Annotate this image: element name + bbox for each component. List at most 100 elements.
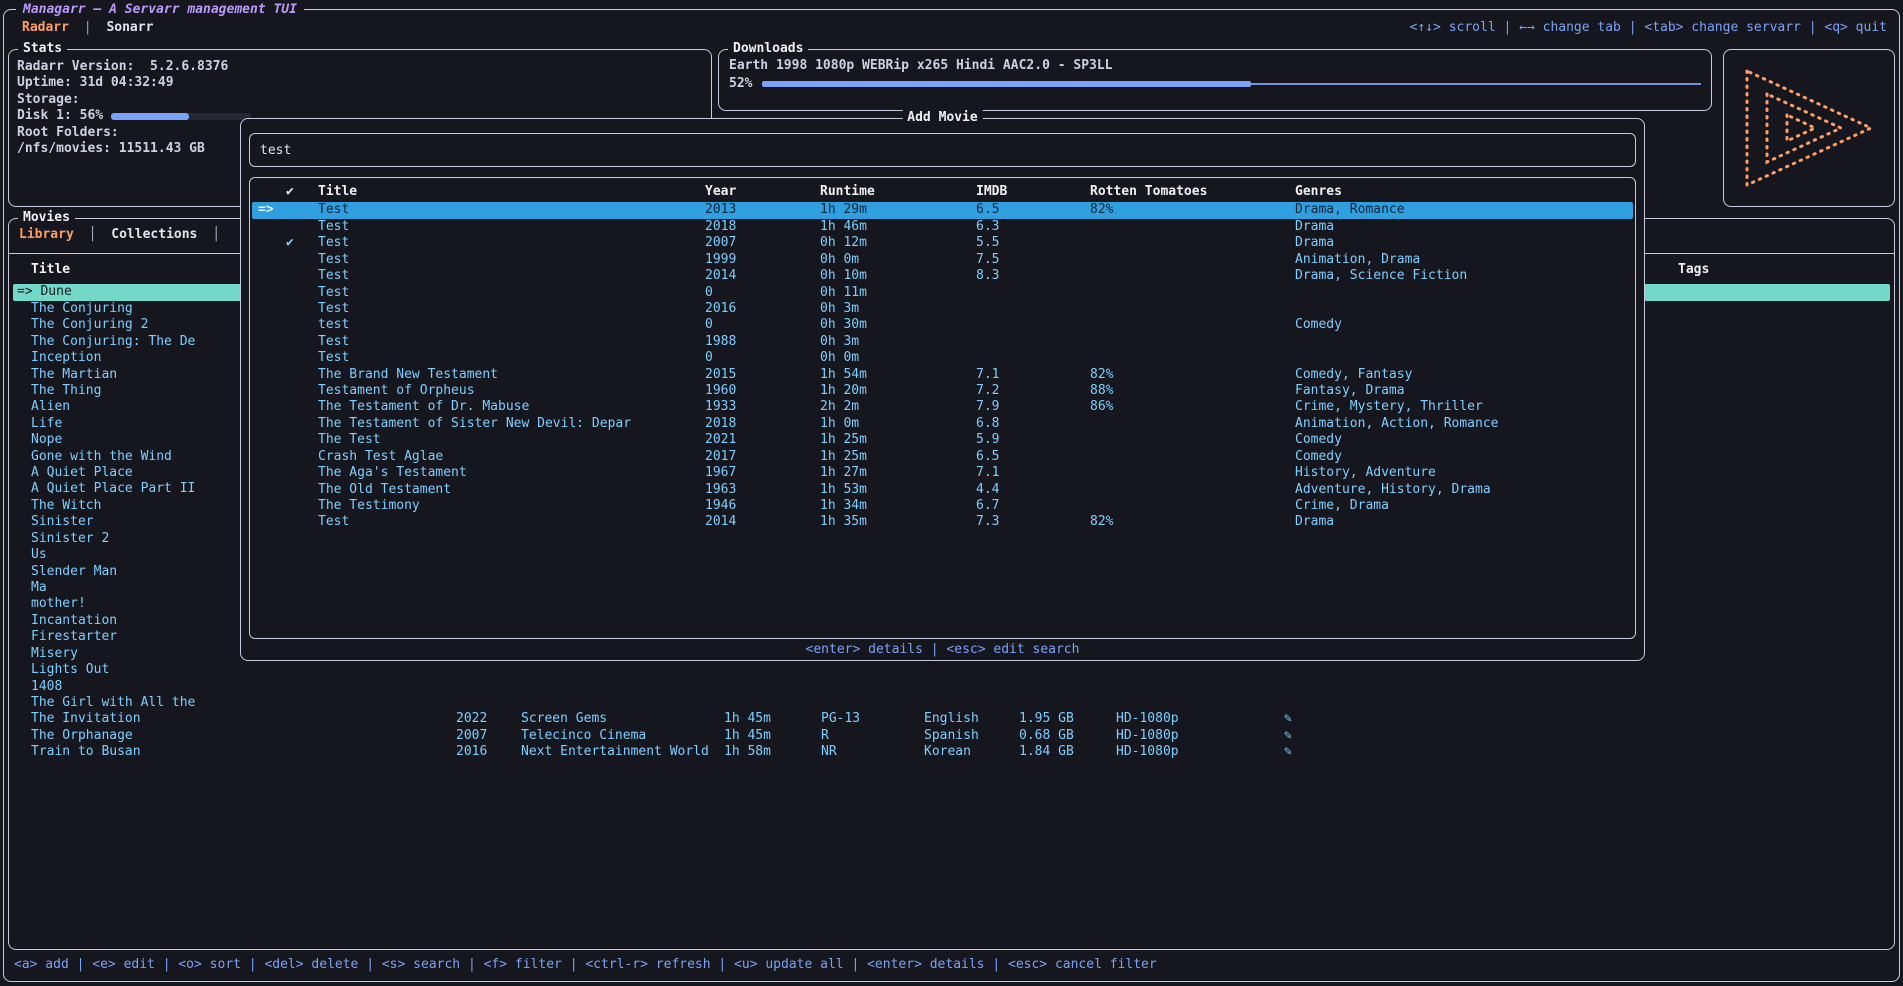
- movie-search-input[interactable]: [250, 134, 1635, 166]
- tags-column-header: Tags: [1678, 262, 1709, 277]
- movie-search-box: [249, 133, 1636, 167]
- movie-title-cell: Nope: [31, 432, 62, 448]
- managarr-play-logo-icon: [1740, 66, 1878, 190]
- results-header-row: ✔ Title Year Runtime IMDB Rotten Tomatoe…: [252, 184, 1633, 200]
- language-cell: Korean: [924, 744, 971, 760]
- result-genres-cell: Adventure, History, Drama: [1295, 482, 1491, 498]
- result-row[interactable]: The Brand New Testament20151h 54m7.182%C…: [252, 367, 1633, 383]
- title-column-header: Title: [318, 184, 357, 199]
- movie-title-cell: The Martian: [31, 367, 117, 383]
- result-runtime-cell: 1h 0m: [820, 416, 859, 432]
- result-imdb-cell: 6.5: [976, 202, 999, 218]
- result-row[interactable]: Test19880h 3m: [252, 334, 1633, 350]
- result-row[interactable]: Test20140h 10m8.3Drama, Science Fiction: [252, 268, 1633, 284]
- movie-title-cell: The Conjuring: [31, 301, 133, 317]
- tab-radarr[interactable]: Radarr: [22, 20, 69, 35]
- studio-cell: Next Entertainment World: [521, 744, 709, 760]
- result-genres-cell: Drama: [1295, 514, 1334, 530]
- result-imdb-cell: 7.5: [976, 252, 999, 268]
- genres-column-header: Genres: [1295, 184, 1342, 199]
- movie-title-cell: Incantation: [31, 613, 117, 629]
- monitored-icon: ✎: [1284, 728, 1292, 744]
- result-imdb-cell: 7.1: [976, 367, 999, 383]
- result-runtime-cell: 0h 30m: [820, 317, 867, 333]
- monitored-icon: ✎: [1284, 711, 1292, 727]
- result-row[interactable]: Test20141h 35m7.382%Drama: [252, 514, 1633, 530]
- year-column-header: Year: [705, 184, 736, 199]
- result-title-cell: Test: [318, 219, 349, 235]
- result-genres-cell: Comedy: [1295, 432, 1342, 448]
- certification-cell: NR: [821, 744, 837, 760]
- stat-storage-label: Storage:: [17, 92, 711, 108]
- library-row[interactable]: The Invitation2022Screen Gems1h 45mPG-13…: [13, 711, 1890, 727]
- result-imdb-cell: 4.4: [976, 482, 999, 498]
- stats-panel-title: Stats: [18, 41, 67, 56]
- download-item-title: Earth 1998 1080p WEBRip x265 Hindi AAC2.…: [729, 58, 1711, 73]
- tab-sonarr[interactable]: Sonarr: [106, 20, 153, 35]
- runtime-cell: 1h 45m: [724, 728, 771, 744]
- result-row[interactable]: The Testimony19461h 34m6.7Crime, Drama: [252, 498, 1633, 514]
- result-title-cell: Test: [318, 301, 349, 317]
- library-row[interactable]: The Girl with All the: [13, 695, 1890, 711]
- result-genres-cell: Comedy, Fantasy: [1295, 367, 1412, 383]
- disk-usage-label: Disk 1: 56%: [17, 108, 103, 124]
- result-title-cell: Test: [318, 334, 349, 350]
- movie-title-cell: Inception: [31, 350, 101, 366]
- downloads-panel-title: Downloads: [728, 41, 808, 56]
- result-row[interactable]: Crash Test Aglae20171h 25m6.5Comedy: [252, 449, 1633, 465]
- movie-title-cell: mother!: [31, 596, 86, 612]
- quality-cell: HD-1080p: [1116, 744, 1179, 760]
- library-tab-divider: │: [212, 227, 220, 242]
- result-row[interactable]: The Test20211h 25m5.9Comedy: [252, 432, 1633, 448]
- result-genres-cell: Drama, Science Fiction: [1295, 268, 1467, 284]
- result-rt-cell: 82%: [1090, 367, 1113, 383]
- result-row[interactable]: test00h 30mComedy: [252, 317, 1633, 333]
- added-check-icon: ✔: [286, 235, 294, 251]
- result-row[interactable]: The Old Testament19631h 53m4.4Adventure,…: [252, 482, 1633, 498]
- tab-collections[interactable]: Collections: [111, 227, 197, 242]
- result-row[interactable]: =>Test20131h 29m6.582%Drama, Romance: [252, 202, 1633, 218]
- rotten-tomatoes-column-header: Rotten Tomatoes: [1090, 184, 1207, 199]
- library-row[interactable]: Lights Out: [13, 662, 1890, 678]
- studio-cell: Telecinco Cinema: [521, 728, 646, 744]
- result-year-cell: 1963: [705, 482, 736, 498]
- runtime-column-header: Runtime: [820, 184, 875, 199]
- result-runtime-cell: 1h 35m: [820, 514, 867, 530]
- result-genres-cell: Comedy: [1295, 449, 1342, 465]
- result-title-cell: Test: [318, 268, 349, 284]
- movie-title-cell: Sinister: [31, 514, 94, 530]
- library-row[interactable]: 1408: [13, 679, 1890, 695]
- result-imdb-cell: 7.3: [976, 514, 999, 530]
- library-row[interactable]: The Orphanage2007Telecinco Cinema1h 45mR…: [13, 728, 1890, 744]
- result-row[interactable]: The Aga's Testament19671h 27m7.1History,…: [252, 465, 1633, 481]
- result-row[interactable]: ✔Test20070h 12m5.5Drama: [252, 235, 1633, 251]
- result-imdb-cell: 5.5: [976, 235, 999, 251]
- size-cell: 0.68 GB: [1019, 728, 1074, 744]
- result-runtime-cell: 1h 54m: [820, 367, 867, 383]
- result-row[interactable]: Test20181h 46m6.3Drama: [252, 219, 1633, 235]
- result-year-cell: 2018: [705, 416, 736, 432]
- download-progress-row: 52%: [729, 76, 1701, 91]
- result-imdb-cell: 6.8: [976, 416, 999, 432]
- library-row[interactable]: Train to Busan2016Next Entertainment Wor…: [13, 744, 1890, 760]
- result-row[interactable]: The Testament of Dr. Mabuse19332h 2m7.98…: [252, 399, 1633, 415]
- result-title-cell: The Test: [318, 432, 381, 448]
- result-row[interactable]: Test20160h 3m: [252, 301, 1633, 317]
- result-runtime-cell: 0h 0m: [820, 350, 859, 366]
- result-year-cell: 1988: [705, 334, 736, 350]
- result-row[interactable]: Testament of Orpheus19601h 20m7.288%Fant…: [252, 383, 1633, 399]
- selection-marker: =>: [258, 202, 274, 218]
- downloads-panel: Downloads Earth 1998 1080p WEBRip x265 H…: [718, 49, 1712, 111]
- tab-library[interactable]: Library: [19, 227, 74, 242]
- result-row[interactable]: The Testament of Sister New Devil: Depar…: [252, 416, 1633, 432]
- result-year-cell: 2017: [705, 449, 736, 465]
- result-genres-cell: Drama, Romance: [1295, 202, 1405, 218]
- result-row[interactable]: Test00h 11m: [252, 285, 1633, 301]
- result-runtime-cell: 2h 2m: [820, 399, 859, 415]
- result-year-cell: 2021: [705, 432, 736, 448]
- result-imdb-cell: 7.2: [976, 383, 999, 399]
- result-row[interactable]: Test19990h 0m7.5Animation, Drama: [252, 252, 1633, 268]
- result-row[interactable]: Test00h 0m: [252, 350, 1633, 366]
- result-genres-cell: Comedy: [1295, 317, 1342, 333]
- movie-title-cell: Sinister 2: [31, 531, 109, 547]
